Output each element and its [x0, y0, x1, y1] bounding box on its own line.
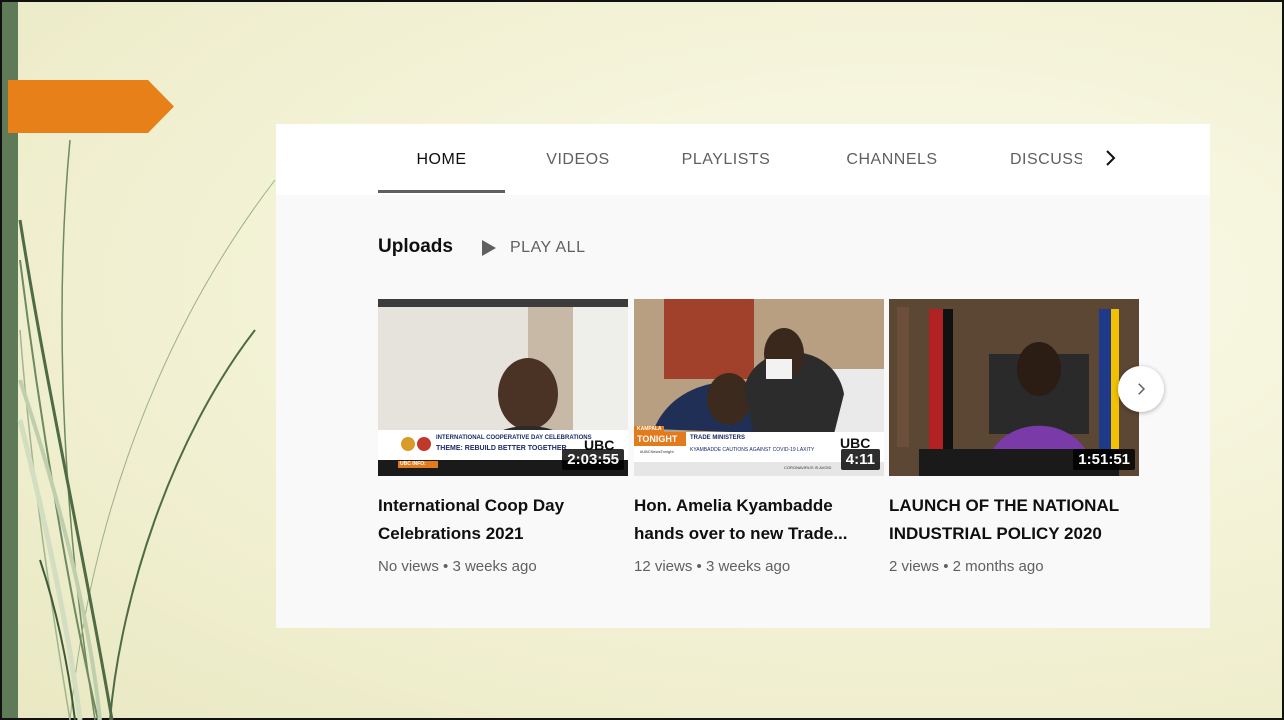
thumb-place: KAMPALA — [637, 426, 662, 432]
orange-arrow-shape — [8, 80, 174, 133]
active-tab-indicator — [378, 190, 505, 193]
section-title[interactable]: Uploads — [378, 236, 453, 258]
meta-separator: • — [443, 558, 449, 575]
channel-panel: HOME VIDEOS PLAYLISTS CHANNELS DISCUSSIO… — [276, 124, 1210, 628]
video-age: 3 weeks ago — [705, 558, 791, 575]
video-title[interactable]: Hon. Amelia Kyambadde hands over to new … — [634, 492, 874, 548]
video-meta: 2 views • 2 months ago — [889, 558, 1139, 575]
tab-channels[interactable]: CHANNELS — [832, 124, 952, 195]
video-card[interactable]: INTERNATIONAL COOPERATIVE DAY CELEBRATIO… — [378, 299, 628, 575]
play-icon — [482, 240, 496, 256]
video-thumbnail[interactable]: KAMPALA TONIGHT TRADE MINISTERS KYAMBADD… — [634, 299, 884, 476]
tab-home[interactable]: HOME — [378, 124, 505, 195]
thumb-tag: UBC INFO: — [400, 461, 426, 467]
tab-playlists[interactable]: PLAYLISTS — [666, 124, 786, 195]
tab-videos[interactable]: VIDEOS — [538, 124, 618, 195]
video-card[interactable]: KAMPALA TONIGHT TRADE MINISTERS KYAMBADD… — [634, 299, 884, 575]
thumb-sub: KYAMBADDE CAUTIONS AGAINST COVID-19 LAXI… — [690, 447, 815, 453]
tab-discussion[interactable]: DISCUSSION — [1010, 124, 1082, 195]
play-all-button[interactable]: PLAY ALL — [482, 234, 585, 262]
thumb-show: TONIGHT — [637, 434, 678, 444]
video-duration: 1:51:51 — [1073, 449, 1135, 470]
meta-separator: • — [943, 558, 949, 575]
video-title[interactable]: LAUNCH OF THE NATIONAL INDUSTRIAL POLICY… — [889, 492, 1129, 548]
carousel-next-button[interactable] — [1118, 366, 1164, 412]
thumb-headline: TRADE MINISTERS — [690, 435, 746, 441]
video-duration: 4:11 — [840, 449, 880, 470]
thumb-crawl: CORONAVIRUS IS AVOID — [784, 465, 832, 470]
video-views: No views — [378, 558, 439, 575]
play-all-label: PLAY ALL — [510, 239, 586, 256]
channel-tabs: HOME VIDEOS PLAYLISTS CHANNELS DISCUSSIO… — [276, 124, 1210, 195]
video-meta: No views • 3 weeks ago — [378, 558, 628, 575]
video-thumbnail[interactable]: INTERNATIONAL COOPERATIVE DAY CELEBRATIO… — [378, 299, 628, 476]
video-thumbnail[interactable]: 1:51:51 — [889, 299, 1139, 476]
video-duration: 2:03:55 — [562, 449, 624, 470]
ticker-top: INTERNATIONAL COOPERATIVE DAY CELEBRATIO… — [436, 435, 592, 441]
chevron-right-icon — [1138, 383, 1146, 395]
video-card[interactable]: 1:51:51 LAUNCH OF THE NATIONAL INDUSTRIA… — [889, 299, 1139, 575]
chevron-right-icon[interactable] — [1098, 146, 1122, 170]
ticker-bottom: THEME: REBUILD BETTER TOGETHER — [436, 445, 567, 452]
video-title[interactable]: International Coop Day Celebrations 2021 — [378, 492, 618, 548]
video-views: 2 views — [889, 558, 940, 575]
video-age: 2 months ago — [952, 558, 1044, 575]
video-meta: 12 views • 3 weeks ago — [634, 558, 884, 575]
meta-separator: • — [696, 558, 702, 575]
video-views: 12 views — [634, 558, 693, 575]
video-age: 3 weeks ago — [452, 558, 537, 575]
thumb-hashtag: #UBCNewsTonight — [640, 449, 674, 454]
